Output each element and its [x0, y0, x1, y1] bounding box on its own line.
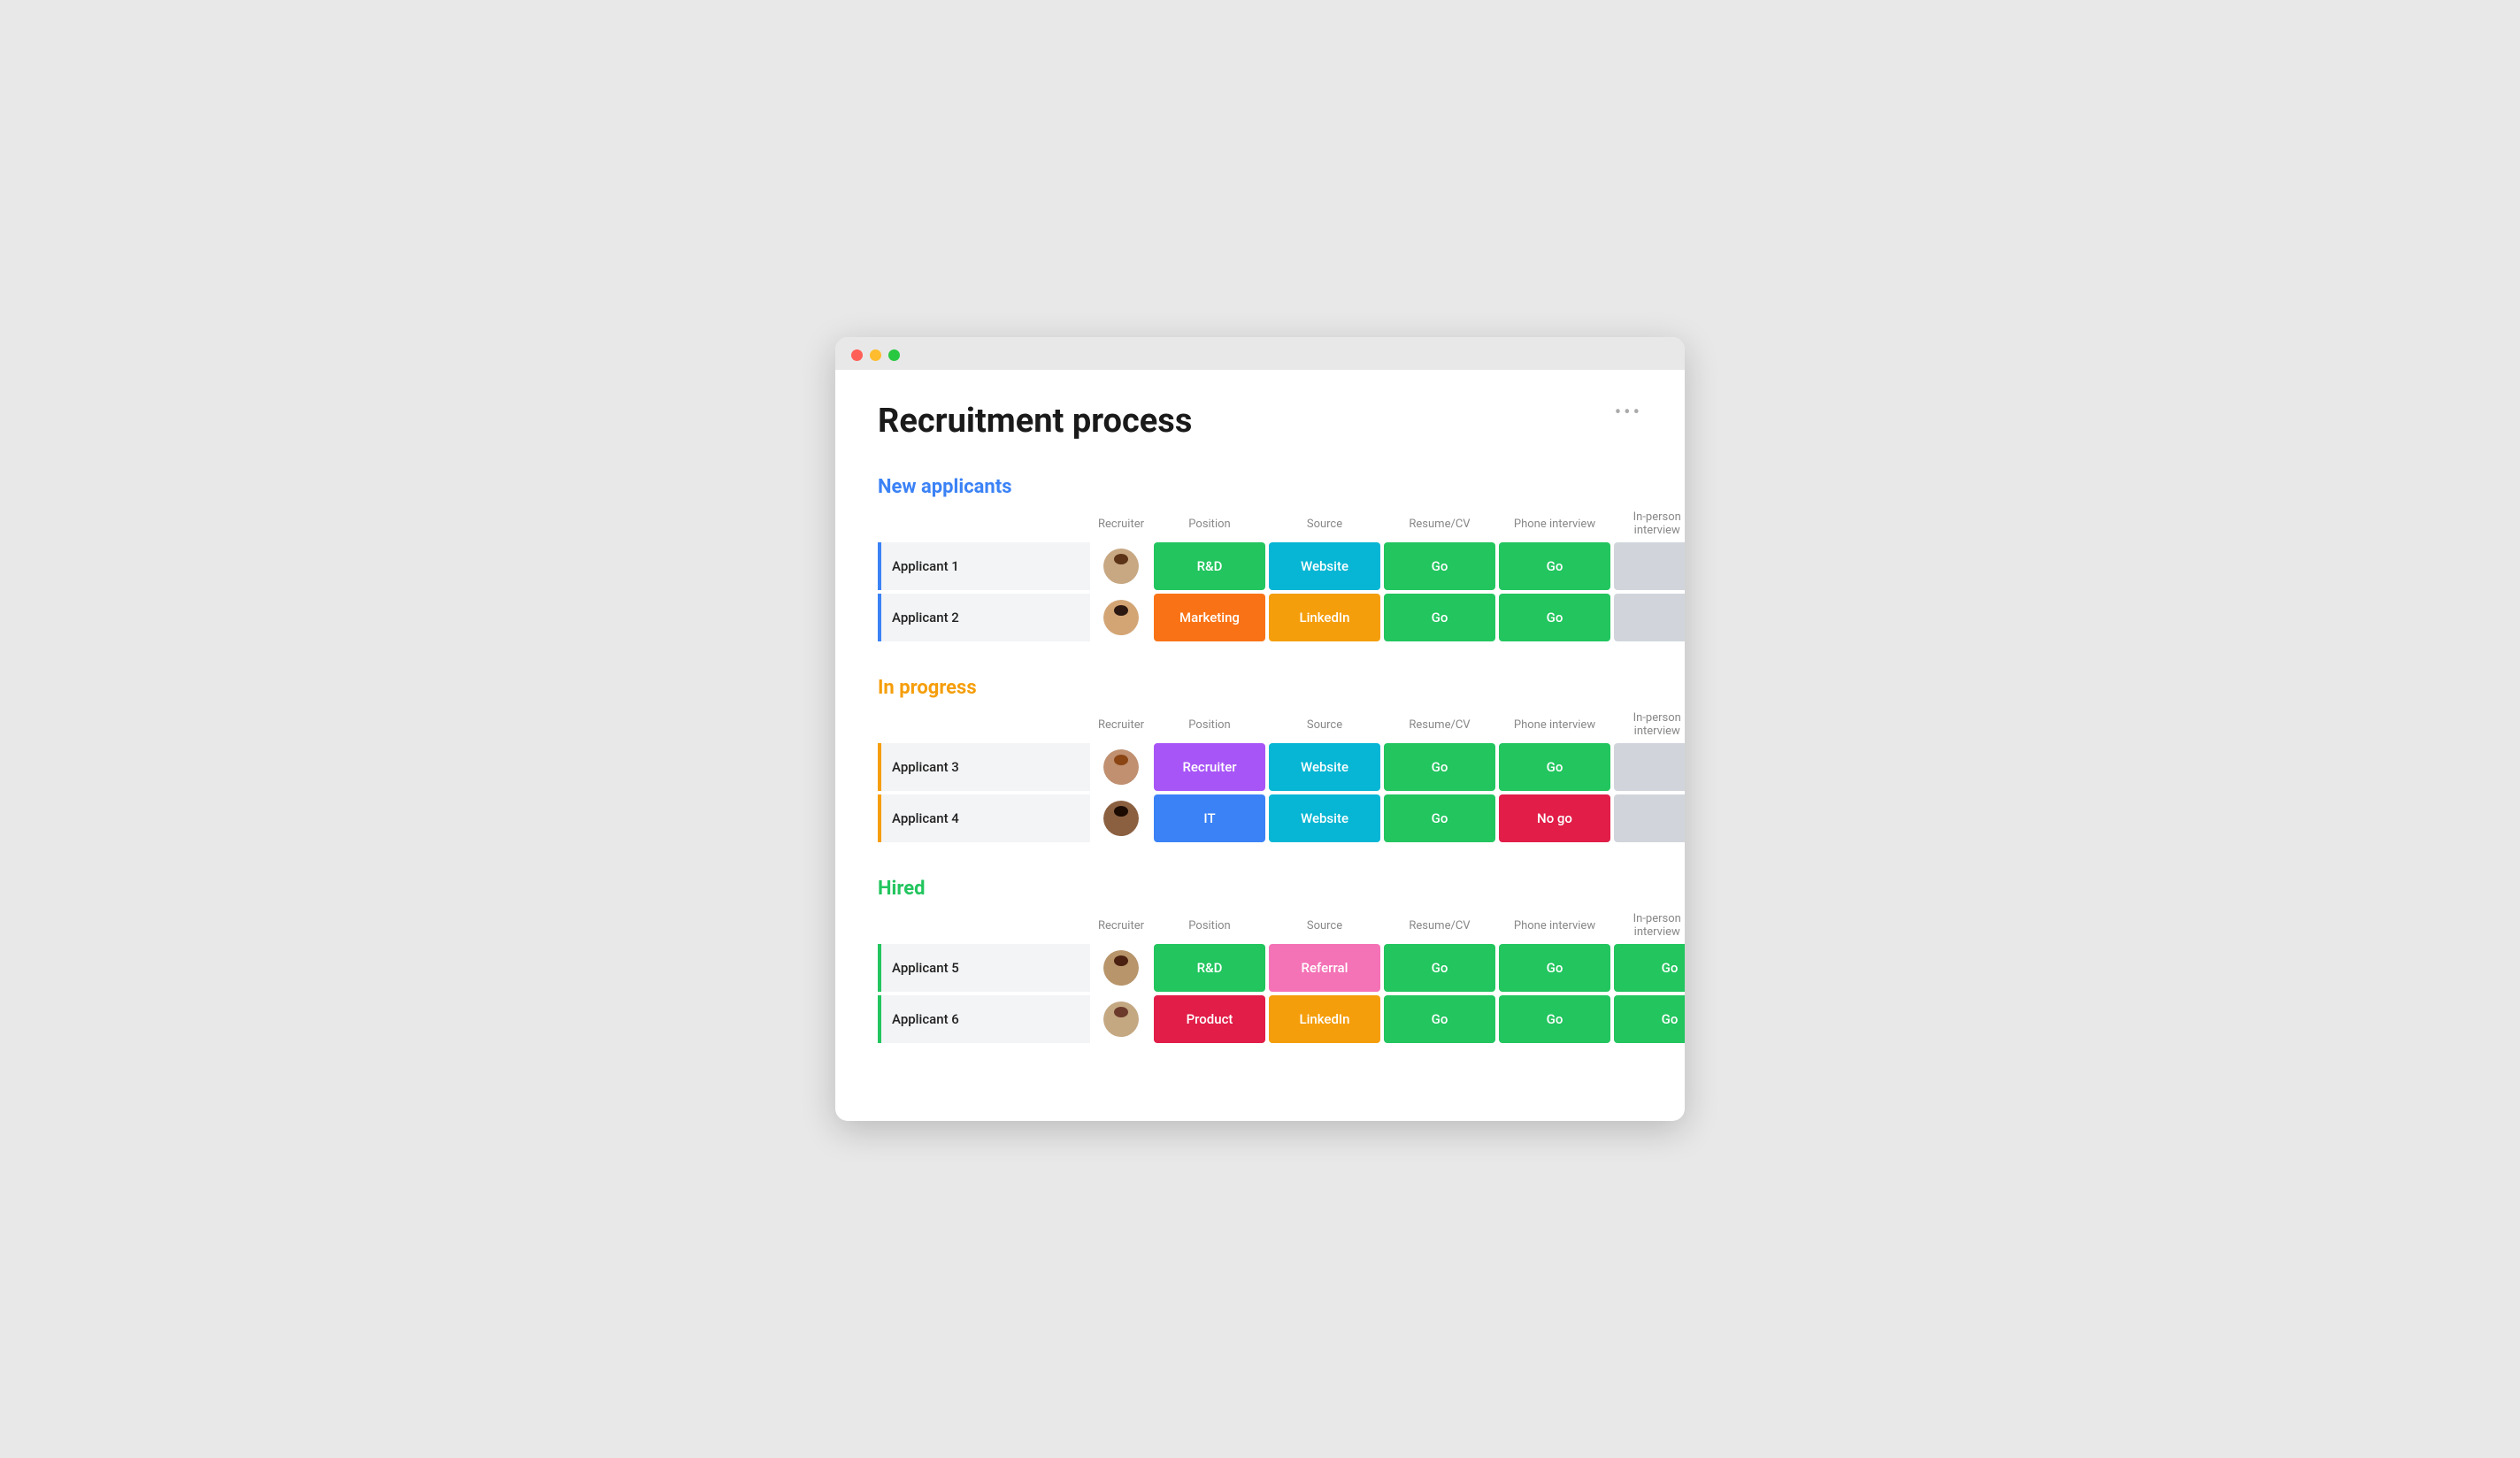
phone-cell[interactable]: Go	[1499, 995, 1610, 1043]
source-cell[interactable]: Website	[1269, 542, 1380, 590]
col-header-3-new-applicants: Source	[1267, 518, 1382, 531]
applicant-name-cell[interactable]: Applicant 6	[878, 995, 1090, 1043]
inperson-cell[interactable]	[1614, 594, 1685, 641]
col-header-3-in-progress: Source	[1267, 718, 1382, 732]
recruiter-avatar-cell	[1090, 542, 1152, 590]
phone-cell[interactable]: Go	[1499, 944, 1610, 992]
avatar	[1103, 749, 1139, 785]
resume-cell[interactable]: Go	[1384, 542, 1495, 590]
more-options-button[interactable]: •••	[1615, 402, 1642, 424]
avatar	[1103, 600, 1139, 635]
section-in-progress: In progressRecruiterPositionSourceResume…	[878, 677, 1642, 842]
source-cell[interactable]: LinkedIn	[1269, 995, 1380, 1043]
table-row: Applicant 3 RecruiterWebsiteGoGo	[878, 743, 1642, 791]
position-cell[interactable]: Marketing	[1154, 594, 1265, 641]
minimize-button[interactable]	[870, 349, 881, 361]
applicant-name-cell[interactable]: Applicant 2	[878, 594, 1090, 641]
col-header-2-new-applicants: Position	[1152, 518, 1267, 531]
inperson-cell[interactable]: Go	[1614, 944, 1685, 992]
source-cell[interactable]: Website	[1269, 743, 1380, 791]
recruiter-avatar-cell	[1090, 794, 1152, 842]
recruiter-avatar-cell	[1090, 594, 1152, 641]
recruiter-avatar-cell	[1090, 995, 1152, 1043]
inperson-cell[interactable]: Go	[1614, 995, 1685, 1043]
col-header-3-hired: Source	[1267, 919, 1382, 932]
table-row: Applicant 5 R&DReferralGoGoGo	[878, 944, 1642, 992]
position-cell[interactable]: Recruiter	[1154, 743, 1265, 791]
position-cell[interactable]: R&D	[1154, 944, 1265, 992]
table-row: Applicant 4 ITWebsiteGoNo go	[878, 794, 1642, 842]
table-row: Applicant 6 ProductLinkedInGoGoGo	[878, 995, 1642, 1043]
page-title: Recruitment process	[878, 402, 1192, 441]
col-header-1-in-progress: Recruiter	[1090, 718, 1152, 732]
position-cell[interactable]: Product	[1154, 995, 1265, 1043]
col-header-inperson-in-progress: In-person interview +	[1612, 711, 1685, 738]
col-header-2-hired: Position	[1152, 919, 1267, 932]
col-header-inperson-hired: In-person interview +	[1612, 912, 1685, 939]
col-header-4-in-progress: Resume/CV	[1382, 718, 1497, 732]
source-cell[interactable]: Referral	[1269, 944, 1380, 992]
header-row-in-progress: RecruiterPositionSourceResume/CVPhone in…	[878, 711, 1642, 743]
col-header-1-new-applicants: Recruiter	[1090, 518, 1152, 531]
applicant-name-cell[interactable]: Applicant 4	[878, 794, 1090, 842]
table-row: Applicant 1 R&DWebsiteGoGo	[878, 542, 1642, 590]
resume-cell[interactable]: Go	[1384, 995, 1495, 1043]
section-new-applicants: New applicants RecruiterPositionSourceRes…	[878, 476, 1642, 641]
inperson-cell[interactable]	[1614, 542, 1685, 590]
col-header-4-hired: Resume/CV	[1382, 919, 1497, 932]
inperson-cell[interactable]	[1614, 743, 1685, 791]
resume-cell[interactable]: Go	[1384, 594, 1495, 641]
applicant-name-cell[interactable]: Applicant 1	[878, 542, 1090, 590]
col-header-5-hired: Phone interview	[1497, 919, 1612, 932]
position-cell[interactable]: R&D	[1154, 542, 1265, 590]
app-window: Recruitment process ••• New applicants Re…	[835, 337, 1685, 1121]
close-button[interactable]	[851, 349, 863, 361]
page-content: Recruitment process ••• New applicants Re…	[835, 370, 1685, 1121]
col-header-5-new-applicants: Phone interview	[1497, 518, 1612, 531]
phone-cell[interactable]: Go	[1499, 594, 1610, 641]
section-title-hired: Hired	[878, 878, 1642, 900]
inperson-cell[interactable]	[1614, 794, 1685, 842]
avatar	[1103, 950, 1139, 986]
resume-cell[interactable]: Go	[1384, 743, 1495, 791]
recruiter-avatar-cell	[1090, 743, 1152, 791]
phone-cell[interactable]: Go	[1499, 542, 1610, 590]
maximize-button[interactable]	[888, 349, 900, 361]
avatar	[1103, 801, 1139, 836]
phone-cell[interactable]: Go	[1499, 743, 1610, 791]
header-row-hired: RecruiterPositionSourceResume/CVPhone in…	[878, 912, 1642, 944]
source-cell[interactable]: LinkedIn	[1269, 594, 1380, 641]
applicant-name-cell[interactable]: Applicant 5	[878, 944, 1090, 992]
col-header-1-hired: Recruiter	[1090, 919, 1152, 932]
source-cell[interactable]: Website	[1269, 794, 1380, 842]
col-header-5-in-progress: Phone interview	[1497, 718, 1612, 732]
section-title-in-progress: In progress	[878, 677, 1642, 699]
applicant-name-cell[interactable]: Applicant 3	[878, 743, 1090, 791]
page-header: Recruitment process •••	[878, 402, 1642, 441]
section-hired: Hired RecruiterPositionSourceResume/CVPho…	[878, 878, 1642, 1043]
col-header-4-new-applicants: Resume/CV	[1382, 518, 1497, 531]
avatar	[1103, 1001, 1139, 1037]
col-header-2-in-progress: Position	[1152, 718, 1267, 732]
position-cell[interactable]: IT	[1154, 794, 1265, 842]
title-bar	[835, 337, 1685, 370]
section-title-new-applicants: New applicants	[878, 476, 1642, 498]
sections-container: New applicantsRecruiterPositionSourceRes…	[878, 476, 1642, 1043]
header-row-new-applicants: RecruiterPositionSourceResume/CVPhone in…	[878, 510, 1642, 542]
phone-cell[interactable]: No go	[1499, 794, 1610, 842]
resume-cell[interactable]: Go	[1384, 944, 1495, 992]
col-header-inperson-new-applicants: In-person interview +	[1612, 510, 1685, 537]
table-row: Applicant 2 MarketingLinkedInGoGo	[878, 594, 1642, 641]
recruiter-avatar-cell	[1090, 944, 1152, 992]
avatar	[1103, 549, 1139, 584]
resume-cell[interactable]: Go	[1384, 794, 1495, 842]
